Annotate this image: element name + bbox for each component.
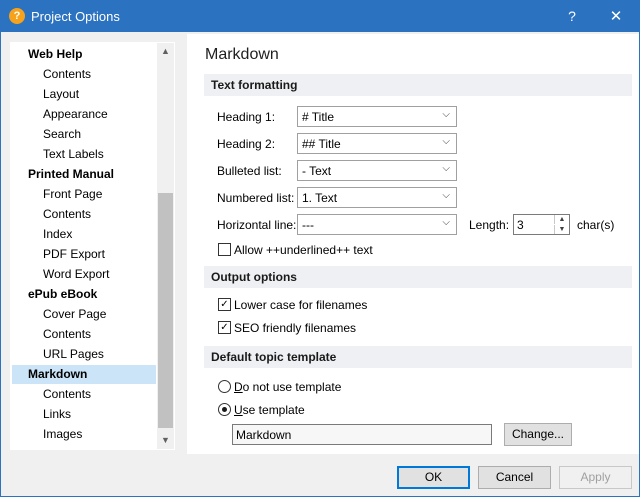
template-name-field[interactable]: Markdown [232, 424, 492, 445]
length-value: 3 [517, 218, 524, 232]
chevron-down-icon: ⌵ [442, 190, 450, 201]
check-icon[interactable]: ✓ [218, 321, 231, 334]
project-options-dialog: ? Project Options ? ✕ Web Help Contents La… [0, 0, 640, 497]
page-title: Markdown [205, 46, 279, 63]
window-title: Project Options [31, 9, 120, 24]
heading2-value: ## Title [302, 137, 341, 151]
heading2-select[interactable]: ## Title ⌵ [297, 133, 457, 154]
tree-item-images[interactable]: Images [43, 425, 82, 444]
tree-item-front-page[interactable]: Front Page [43, 185, 102, 204]
tree-item-printed-manual[interactable]: Printed Manual [28, 165, 114, 184]
numbered-select[interactable]: 1. Text ⌵ [297, 187, 457, 208]
tree-item-web-help[interactable]: Web Help [28, 45, 82, 64]
spin-up-icon[interactable]: ▲ [554, 215, 569, 224]
tree-item-contents[interactable]: Contents [43, 325, 91, 344]
chevron-down-icon: ⌵ [442, 109, 450, 120]
checkbox-box[interactable] [218, 243, 231, 256]
ok-button[interactable]: OK [397, 466, 470, 489]
scroll-down-arrow-icon[interactable]: ▼ [157, 432, 174, 449]
lowercase-filenames-label: Lower case for filenames [234, 298, 368, 312]
section-text-formatting: Text formatting [204, 74, 632, 96]
numbered-value: 1. Text [302, 191, 338, 205]
tree-item-appearance[interactable]: Appearance [43, 105, 108, 124]
section-output-options: Output options [204, 266, 632, 288]
tree-item-search[interactable]: Search [43, 125, 81, 144]
settings-panel: Markdown Text formatting Heading 1: # Ti… [187, 34, 639, 454]
scroll-up-arrow-icon[interactable]: ▲ [157, 43, 174, 60]
tree-item-url-pages[interactable]: URL Pages [43, 345, 104, 364]
numbered-label: Numbered list: [217, 191, 295, 205]
template-name-value: Markdown [236, 428, 292, 442]
apply-button[interactable]: Apply [559, 466, 632, 489]
cancel-button[interactable]: Cancel [478, 466, 551, 489]
tree-item-text-labels[interactable]: Text Labels [43, 145, 104, 164]
radio-dot[interactable] [218, 380, 231, 393]
chevron-down-icon: ⌵ [442, 217, 450, 228]
scroll-thumb[interactable] [158, 193, 173, 428]
tree-item-epub-ebook[interactable]: ePub eBook [28, 285, 97, 304]
bulleted-select[interactable]: - Text ⌵ [297, 160, 457, 181]
bulleted-label: Bulleted list: [217, 164, 282, 178]
help-button[interactable]: ? [553, 1, 591, 32]
bulleted-value: - Text [302, 164, 332, 178]
check-icon[interactable]: ✓ [218, 298, 231, 311]
hline-label: Horizontal line: [217, 218, 297, 232]
tree-item-links[interactable]: Links [43, 405, 71, 424]
radio-dot-selected[interactable] [218, 403, 231, 416]
allow-underline-label: Allow ++underlined++ text [234, 243, 373, 257]
close-button[interactable]: ✕ [593, 1, 639, 32]
change-template-button[interactable]: Change... [504, 423, 572, 446]
length-label: Length: [469, 218, 510, 232]
spin-down-icon[interactable]: ▼ [554, 225, 569, 234]
heading1-label: Heading 1: [217, 110, 276, 124]
seo-filenames-label: SEO friendly filenames [234, 321, 357, 335]
heading1-value: # Title [302, 110, 335, 124]
use-template-label: Use template [234, 403, 305, 417]
tree-item-pdf-export[interactable]: PDF Export [43, 245, 105, 264]
heading2-label: Heading 2: [217, 137, 276, 151]
hline-select[interactable]: --- ⌵ [297, 214, 457, 235]
tree-item-contents[interactable]: Contents [43, 205, 91, 224]
tree-item-markdown[interactable]: Markdown [12, 365, 156, 384]
tree-item-cover-page[interactable]: Cover Page [43, 305, 106, 324]
tree-item-word-export[interactable]: Word Export [43, 265, 109, 284]
tree-item-contents[interactable]: Contents [43, 65, 91, 84]
heading1-select[interactable]: # Title ⌵ [297, 106, 457, 127]
chevron-down-icon: ⌵ [442, 163, 450, 174]
length-unit: char(s) [577, 218, 615, 232]
section-default-template: Default topic template [204, 346, 632, 368]
tree-scrollbar[interactable]: ▲ ▼ [157, 43, 174, 449]
tree-item-layout[interactable]: Layout [43, 85, 79, 104]
options-tree: Web Help Contents Layout Appearance Search Te… [10, 42, 175, 450]
hline-value: --- [302, 218, 314, 232]
app-icon: ? [9, 8, 25, 24]
tree-item-index[interactable]: Index [43, 225, 72, 244]
chevron-down-icon: ⌵ [442, 136, 450, 147]
tree-item-contents[interactable]: Contents [43, 385, 91, 404]
length-spinner[interactable]: 3 ▲ ▼ [513, 214, 570, 235]
no-template-label: Do not use template [234, 380, 342, 394]
title-bar: ? Project Options ? ✕ [1, 1, 639, 32]
